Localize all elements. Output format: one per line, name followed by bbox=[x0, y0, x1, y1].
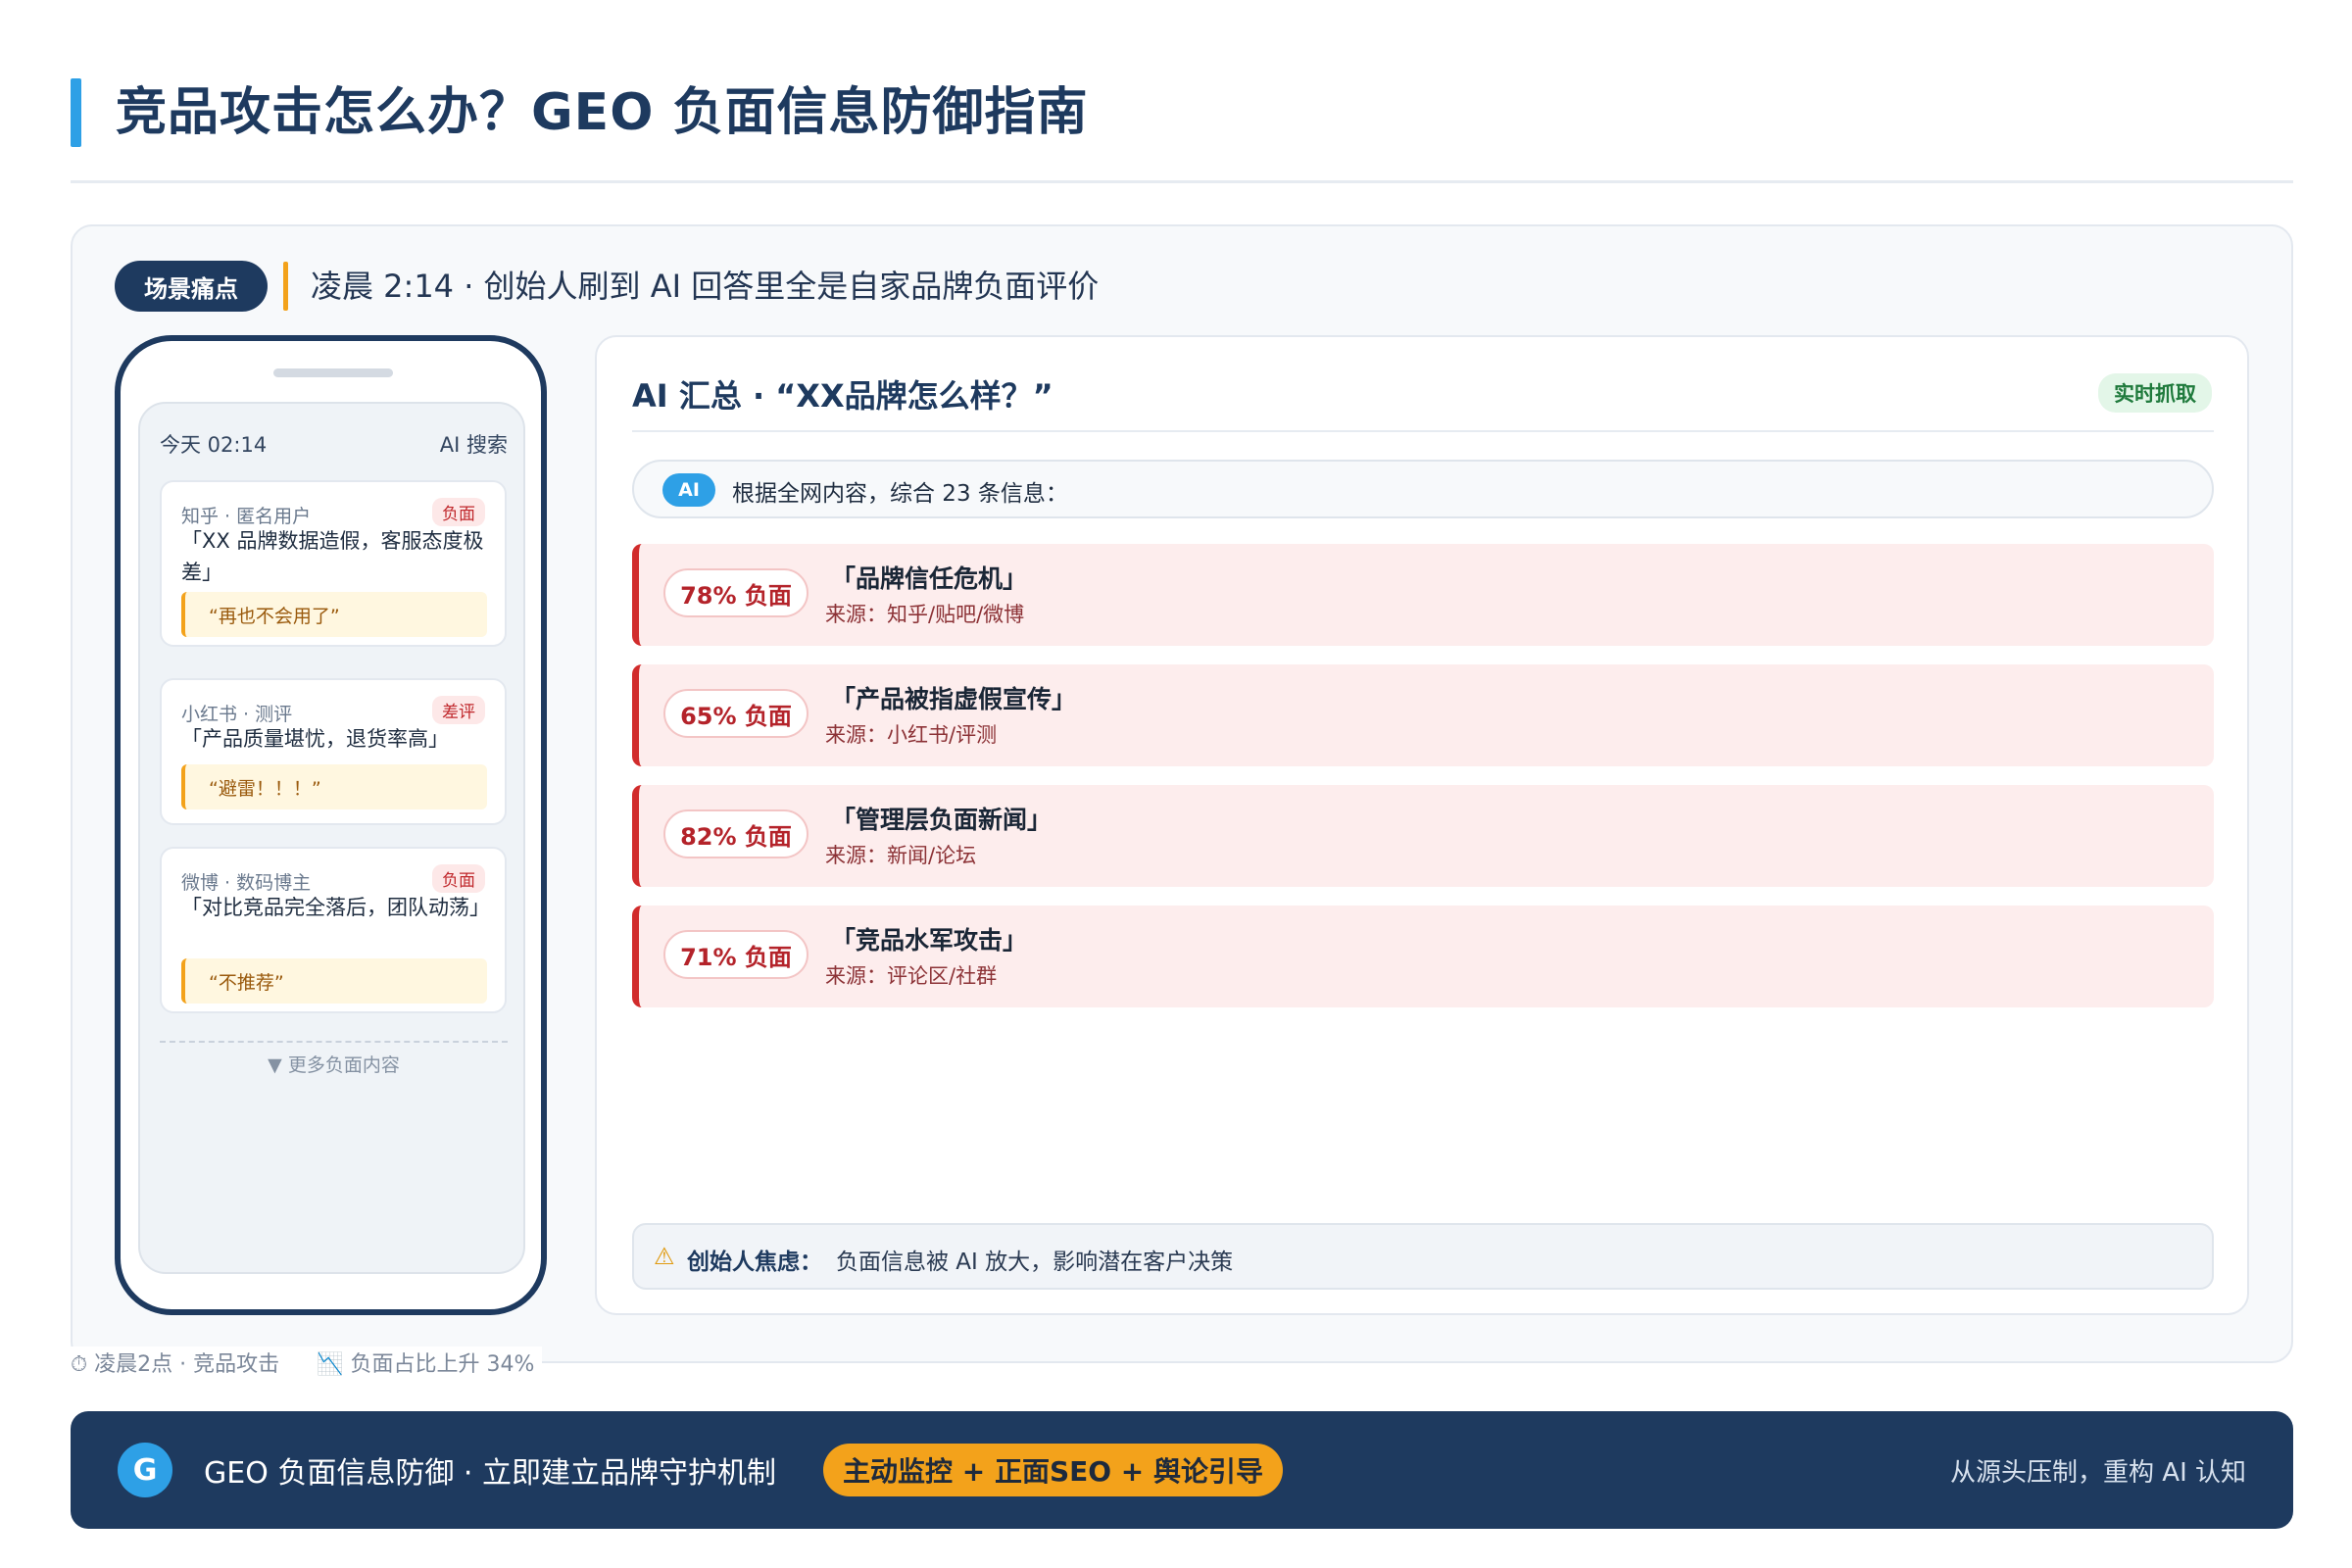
trend-note: 📉 负面占比上升 34% bbox=[317, 1352, 535, 1377]
scenario-card: 场景痛点 凌晨 2:14 · 创始人刷到 AI 回答里全是自家品牌负面评价 今天… bbox=[71, 224, 2293, 1363]
strategy-pill[interactable]: 主动监控 + 正面SEO + 舆论引导 bbox=[823, 1444, 1284, 1496]
worry-text: 负面信息被 AI 放大，影响潜在客户决策 bbox=[836, 1250, 1234, 1275]
more-content-link[interactable]: ▼ 更多负面内容 bbox=[140, 1051, 527, 1077]
negative-topic-source: 来源：小红书/评测 bbox=[825, 723, 998, 747]
feed-post[interactable]: 微博 · 数码博主 负面 「对比竞品完全落后，团队动荡」 “不推荐” bbox=[160, 847, 507, 1013]
negative-topic-source: 来源：新闻/论坛 bbox=[825, 844, 977, 867]
phone-notch bbox=[273, 368, 393, 377]
negative-topic-title: 「管理层负面新闻」 bbox=[831, 806, 1053, 834]
feed-post[interactable]: 知乎 · 匿名用户 负面 「XX 品牌数据造假，客服态度极差」 “再也不会用了” bbox=[160, 480, 507, 647]
banner-slogan: 从源头压制，重构 AI 认知 bbox=[1950, 1458, 2246, 1488]
live-fetch-badge: 实时抓取 bbox=[2098, 373, 2212, 413]
post-tag: 负面 bbox=[432, 864, 485, 893]
post-body: 「对比竞品完全落后，团队动荡」 bbox=[181, 896, 490, 919]
negative-percent: 78% 负面 bbox=[663, 568, 808, 617]
post-quote: “不推荐” bbox=[181, 958, 487, 1004]
negative-topic-row[interactable]: 65% 负面 「产品被指虚假宣传」 来源：小红书/评测 bbox=[632, 664, 2214, 766]
ai-panel-divider bbox=[632, 430, 2214, 432]
ai-chip: AI bbox=[662, 473, 715, 507]
title-accent-bar bbox=[71, 78, 81, 147]
negative-percent: 82% 负面 bbox=[663, 809, 808, 858]
post-quote: “再也不会用了” bbox=[181, 592, 487, 637]
negative-percent: 65% 负面 bbox=[663, 689, 808, 738]
ai-summary-bar: AI 根据全网内容，综合 23 条信息： bbox=[632, 460, 2214, 518]
ai-summary-panel: AI 汇总 · “XX品牌怎么样？” 实时抓取 AI 根据全网内容，综合 23 … bbox=[595, 335, 2249, 1315]
post-tag: 差评 bbox=[432, 696, 485, 724]
negative-topic-title: 「产品被指虚假宣传」 bbox=[831, 685, 1077, 713]
phone-screen[interactable]: 今天 02:14 AI 搜索 知乎 · 匿名用户 负面 「XX 品牌数据造假，客… bbox=[138, 402, 525, 1274]
scene-description: 凌晨 2:14 · 创始人刷到 AI 回答里全是自家品牌负面评价 bbox=[311, 268, 1100, 305]
post-quote: “避雷！！！” bbox=[181, 764, 487, 809]
page-header: 竞品攻击怎么办？GEO 负面信息防御指南 bbox=[71, 78, 2293, 186]
post-body: 「产品质量堪忧，退货率高」 bbox=[181, 727, 449, 751]
ai-panel-title: AI 汇总 · “XX品牌怎么样？” bbox=[632, 377, 1054, 415]
post-meta: 小红书 · 测评 bbox=[181, 704, 293, 725]
screen-status-bar: 今天 02:14 AI 搜索 bbox=[160, 429, 508, 459]
negative-topic-title: 「品牌信任危机」 bbox=[831, 564, 1028, 593]
title-divider bbox=[71, 180, 2293, 183]
negative-topic-row[interactable]: 82% 负面 「管理层负面新闻」 来源：新闻/论坛 bbox=[632, 785, 2214, 887]
post-meta: 知乎 · 匿名用户 bbox=[181, 506, 312, 527]
warning-icon: ⚠ bbox=[654, 1243, 675, 1270]
worry-label: 创始人焦虑： bbox=[687, 1250, 822, 1275]
scene-divider bbox=[283, 262, 288, 311]
negative-topic-source: 来源：评论区/社群 bbox=[825, 964, 998, 988]
founder-worry-note: ⚠ 创始人焦虑： 负面信息被 AI 放大，影响潜在客户决策 bbox=[632, 1223, 2214, 1290]
post-meta: 微博 · 数码博主 bbox=[181, 872, 312, 894]
feed-post[interactable]: 小红书 · 测评 差评 「产品质量堪忧，退货率高」 “避雷！！！” bbox=[160, 678, 507, 825]
page-title: 竞品攻击怎么办？GEO 负面信息防御指南 bbox=[116, 83, 1089, 142]
time-note: ⏱ 凌晨2点 · 竞品攻击 bbox=[71, 1352, 280, 1377]
post-tag: 负面 bbox=[432, 498, 485, 526]
cta-banner[interactable]: G GEO 负面信息防御 · 立即建立品牌守护机制 主动监控 + 正面SEO +… bbox=[71, 1411, 2293, 1529]
negative-percent: 71% 负面 bbox=[663, 930, 808, 979]
post-body: 「XX 品牌数据造假，客服态度极差」 bbox=[181, 529, 484, 584]
negative-topic-row[interactable]: 71% 负面 「竞品水军攻击」 来源：评论区/社群 bbox=[632, 906, 2214, 1007]
scene-badge: 场景痛点 bbox=[115, 261, 268, 312]
banner-text: GEO 负面信息防御 · 立即建立品牌守护机制 bbox=[204, 1456, 776, 1491]
negative-topic-title: 「竞品水军攻击」 bbox=[831, 926, 1028, 955]
negative-topic-source: 来源：知乎/贴吧/微博 bbox=[825, 603, 1025, 626]
footer-notes: ⏱ 凌晨2点 · 竞品攻击 📉 负面占比上升 34% bbox=[71, 1347, 543, 1378]
more-divider bbox=[160, 1041, 508, 1043]
geo-logo: G bbox=[118, 1443, 172, 1497]
negative-topic-row[interactable]: 78% 负面 「品牌信任危机」 来源：知乎/贴吧/微博 bbox=[632, 544, 2214, 646]
ai-summary-text: 根据全网内容，综合 23 条信息： bbox=[732, 481, 1068, 507]
phone-mockup: 今天 02:14 AI 搜索 知乎 · 匿名用户 负面 「XX 品牌数据造假，客… bbox=[115, 335, 547, 1315]
screen-time: 今天 02:14 bbox=[160, 433, 268, 457]
screen-app-name: AI 搜索 bbox=[439, 433, 508, 457]
